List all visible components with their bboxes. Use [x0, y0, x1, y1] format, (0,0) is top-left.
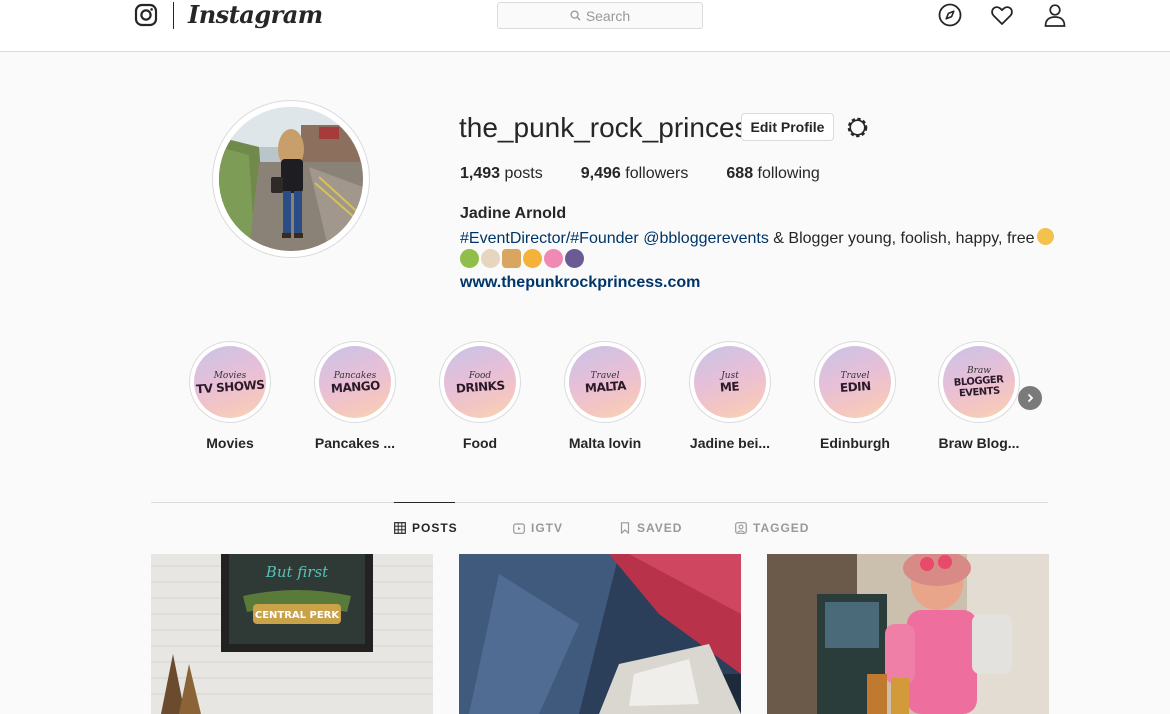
bookmark-icon: [620, 522, 630, 534]
explore-compass-icon[interactable]: [938, 3, 962, 27]
highlight-ring: Travel EDIN: [814, 341, 896, 423]
settings-gear-icon[interactable]: [845, 115, 870, 140]
igtv-icon: [513, 523, 525, 534]
highlight-movies[interactable]: Movies TV SHOWS Movies: [188, 341, 272, 451]
highlight-ring: Just ME: [689, 341, 771, 423]
highlight-cover: Braw BLOGGER EVENTS: [943, 346, 1015, 418]
highlight-cover-big-text: EDIN: [839, 378, 871, 395]
cat-emoji-icon: [1036, 228, 1054, 245]
followers-count[interactable]: 9,496 followers: [581, 165, 689, 183]
posts-count[interactable]: 1,493 posts: [460, 165, 543, 183]
profile-username: the_punk_rock_princess: [459, 112, 763, 143]
highlight-ring: Food DRINKS: [439, 341, 521, 423]
highlight-jadine[interactable]: Just ME Jadine bei...: [688, 341, 772, 451]
grid-icon: [394, 522, 406, 534]
post-thumbnail[interactable]: [459, 554, 741, 714]
tab-tagged[interactable]: TAGGED: [735, 521, 809, 535]
posts-count-label: posts: [504, 165, 543, 182]
highlight-ring: Braw BLOGGER EVENTS: [938, 341, 1020, 423]
tab-posts-label: POSTS: [412, 521, 458, 535]
post-thumbnail[interactable]: But first CENTRAL PERK: [151, 554, 433, 714]
active-tab-indicator: [394, 502, 455, 503]
instagram-wordmark[interactable]: Instagram: [188, 0, 323, 29]
posts-count-value: 1,493: [460, 165, 501, 182]
highlight-ring: Travel MALTA: [564, 341, 646, 423]
highlight-label: Jadine bei...: [689, 435, 771, 451]
highlight-braw-blogger[interactable]: Braw BLOGGER EVENTS Braw Blog...: [937, 341, 1021, 451]
bio-text: & Blogger young, foolish, happy, free: [768, 230, 1035, 247]
highlight-label: Movies: [206, 435, 254, 451]
highlight-cover-big-text: DRINKS: [455, 377, 505, 396]
bread-emoji-icon: [502, 249, 521, 268]
alien-emoji-icon: [565, 249, 584, 268]
tab-tagged-label: TAGGED: [753, 521, 810, 535]
highlight-label: Edinburgh: [820, 435, 890, 451]
highlight-cover-big-text: ME: [719, 378, 740, 395]
tab-saved[interactable]: SAVED: [619, 521, 682, 535]
search-placeholder: Search: [585, 7, 631, 24]
chevron-right-icon: [1027, 393, 1034, 403]
tab-igtv[interactable]: IGTV: [513, 521, 563, 535]
top-nav-bar: Instagram Search: [0, 0, 1170, 52]
highlight-edinburgh[interactable]: Travel EDIN Edinburgh: [813, 341, 897, 451]
post-image-jeans: [459, 554, 741, 714]
highlight-cover: Just ME: [694, 346, 766, 418]
highlight-cover-big-text: MANGO: [330, 377, 380, 396]
following-count[interactable]: 688 following: [726, 165, 819, 183]
highlight-cover: Food DRINKS: [444, 346, 516, 418]
highlight-ring: Pancakes MANGO: [314, 341, 396, 423]
tab-igtv-label: IGTV: [531, 521, 564, 535]
logo-divider: [173, 2, 174, 29]
highlight-cover-big-text: BLOGGER EVENTS: [953, 374, 1004, 400]
highlight-label: Braw Blog...: [938, 435, 1020, 451]
tab-saved-label: SAVED: [637, 521, 683, 535]
profile-bio: #EventDirector/#Founder @bbloggerevents …: [460, 228, 1060, 250]
following-count-label: following: [757, 165, 820, 182]
highlights-next-button[interactable]: [1018, 386, 1042, 410]
search-icon: [570, 10, 581, 21]
following-count-value: 688: [726, 165, 754, 182]
tagged-person-icon: [735, 522, 747, 534]
highlight-pancakes[interactable]: Pancakes MANGO Pancakes ...: [313, 341, 397, 451]
highlight-cover: Travel MALTA: [569, 346, 641, 418]
avatar-photo: [219, 107, 363, 251]
search-input[interactable]: Search: [497, 2, 703, 29]
post-thumbnail[interactable]: [767, 554, 1049, 714]
highlight-cover: Movies TV SHOWS: [194, 346, 266, 418]
profile-avatar[interactable]: [219, 107, 363, 251]
followers-count-value: 9,496: [580, 165, 621, 182]
highlight-cover-big-text: MALTA: [584, 378, 626, 395]
post-sign-big-text: CENTRAL PERK: [255, 610, 341, 621]
highlight-cover: Travel EDIN: [819, 346, 891, 418]
profile-person-icon[interactable]: [1043, 3, 1067, 27]
highlight-ring: Movies TV SHOWS: [189, 341, 271, 423]
highlight-label: Malta lovin: [568, 435, 642, 451]
bow-emoji-icon: [544, 249, 563, 268]
post-image-central-perk: But first CENTRAL PERK: [151, 554, 433, 714]
tab-posts[interactable]: POSTS: [394, 521, 458, 535]
highlight-label: Food: [462, 435, 498, 451]
profile-website-link[interactable]: www.thepunkrockprincess.com: [460, 274, 700, 292]
followers-count-label: followers: [625, 165, 689, 182]
profile-full-name: Jadine Arnold: [460, 205, 567, 222]
post-sign-small-text: But first: [265, 563, 329, 581]
highlight-cover-big-text: TV SHOWS: [195, 377, 265, 396]
bio-hashtags-mention[interactable]: #EventDirector/#Founder @bbloggerevents: [460, 230, 769, 247]
pizza-emoji-icon: [523, 249, 542, 268]
edit-profile-button[interactable]: Edit Profile: [741, 113, 834, 141]
activity-heart-icon[interactable]: [990, 3, 1014, 27]
highlight-malta[interactable]: Travel MALTA Malta lovin: [563, 341, 647, 451]
coffee-emoji-icon: [481, 249, 500, 268]
avocado-emoji-icon: [460, 249, 479, 268]
highlight-label: Pancakes ...: [314, 435, 396, 451]
instagram-camera-icon[interactable]: [134, 3, 158, 27]
profile-stats: 1,493 posts 9,496 followers 688 followin…: [460, 165, 858, 183]
bio-emoji-row: [460, 249, 584, 268]
post-image-party: [767, 554, 1049, 714]
highlight-cover: Pancakes MANGO: [319, 346, 391, 418]
highlight-food[interactable]: Food DRINKS Food: [438, 341, 522, 451]
tabs-divider: [151, 502, 1048, 503]
